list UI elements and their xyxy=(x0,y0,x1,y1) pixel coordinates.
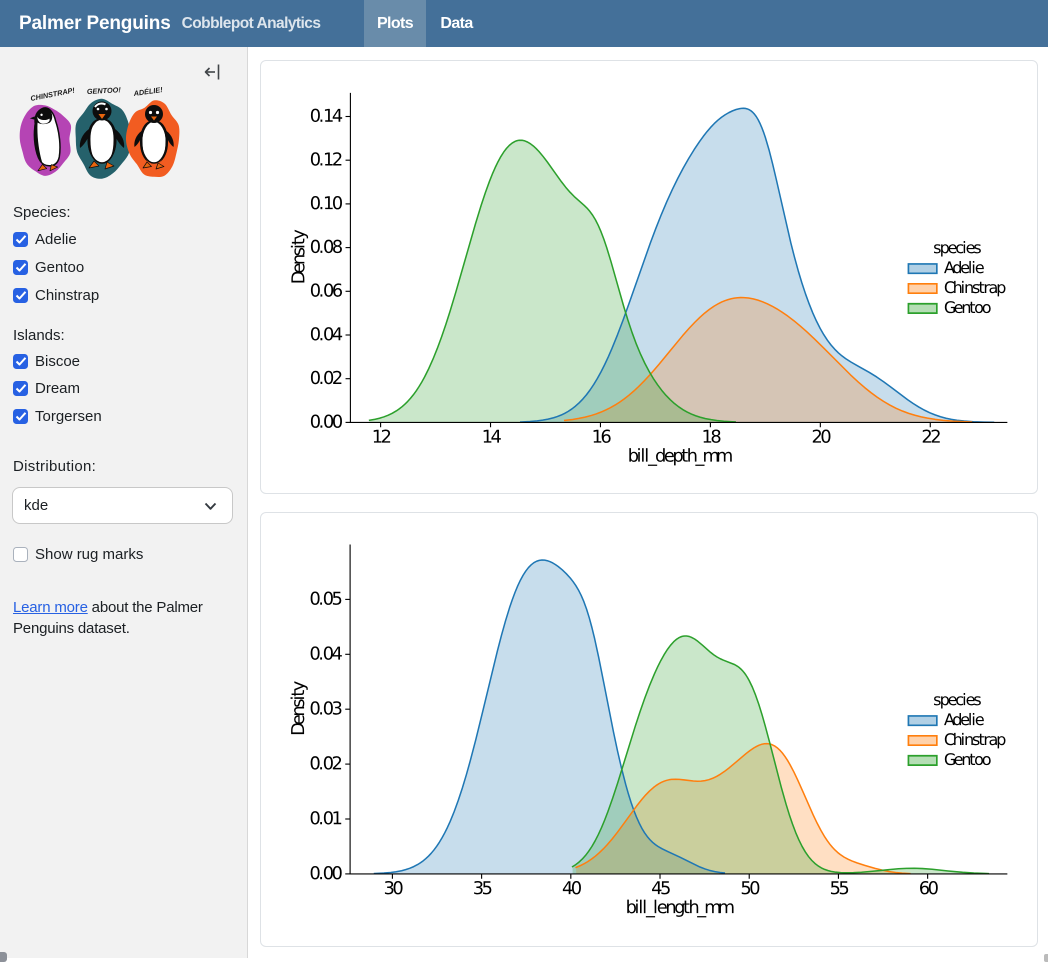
svg-text:ADÉLIE!: ADÉLIE! xyxy=(132,85,164,98)
svg-text:GENTOO!: GENTOO! xyxy=(87,85,122,96)
svg-text:CHINSTRAP!: CHINSTRAP! xyxy=(30,85,76,103)
